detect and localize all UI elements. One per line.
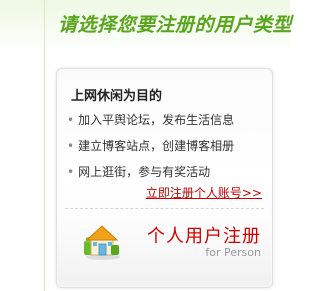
register-personal-account-link[interactable]: 立即注册个人账号>> [146,184,262,201]
feature-text: 建立博客站点，创建博客相册 [78,139,235,153]
house-icon [84,225,120,260]
feature-item: • 建立博客站点，创建博客相册 [67,133,234,159]
bullet-icon: • [67,165,75,179]
personal-user-card: 上网休闲为目的 • 加入平舆论坛，发布生活信息 • 建立博客站点，创建博客相册 • 网… [56,68,273,288]
card-heading: 上网休闲为目的 [71,89,163,104]
personal-register-button[interactable]: 个人用户注册 for Person [58,209,271,286]
register-title: 个人用户注册 [147,226,261,247]
feature-item: • 加入平舆论坛，发布生活信息 [67,107,234,133]
bullet-icon: • [67,113,75,127]
feature-text: 加入平舆论坛，发布生活信息 [78,113,235,127]
bullet-icon: • [67,139,75,153]
register-subtitle: for Person [205,246,261,259]
feature-text: 网上逛街，参与有奖活动 [78,165,211,179]
feature-item: • 网上逛街，参与有奖活动 [67,159,234,185]
page-title: 请选择您要注册的用户类型 [58,14,293,36]
feature-list: • 加入平舆论坛，发布生活信息 • 建立博客站点，创建博客相册 • 网上逛街，参与有奖… [67,107,234,185]
left-divider-line [44,0,45,291]
